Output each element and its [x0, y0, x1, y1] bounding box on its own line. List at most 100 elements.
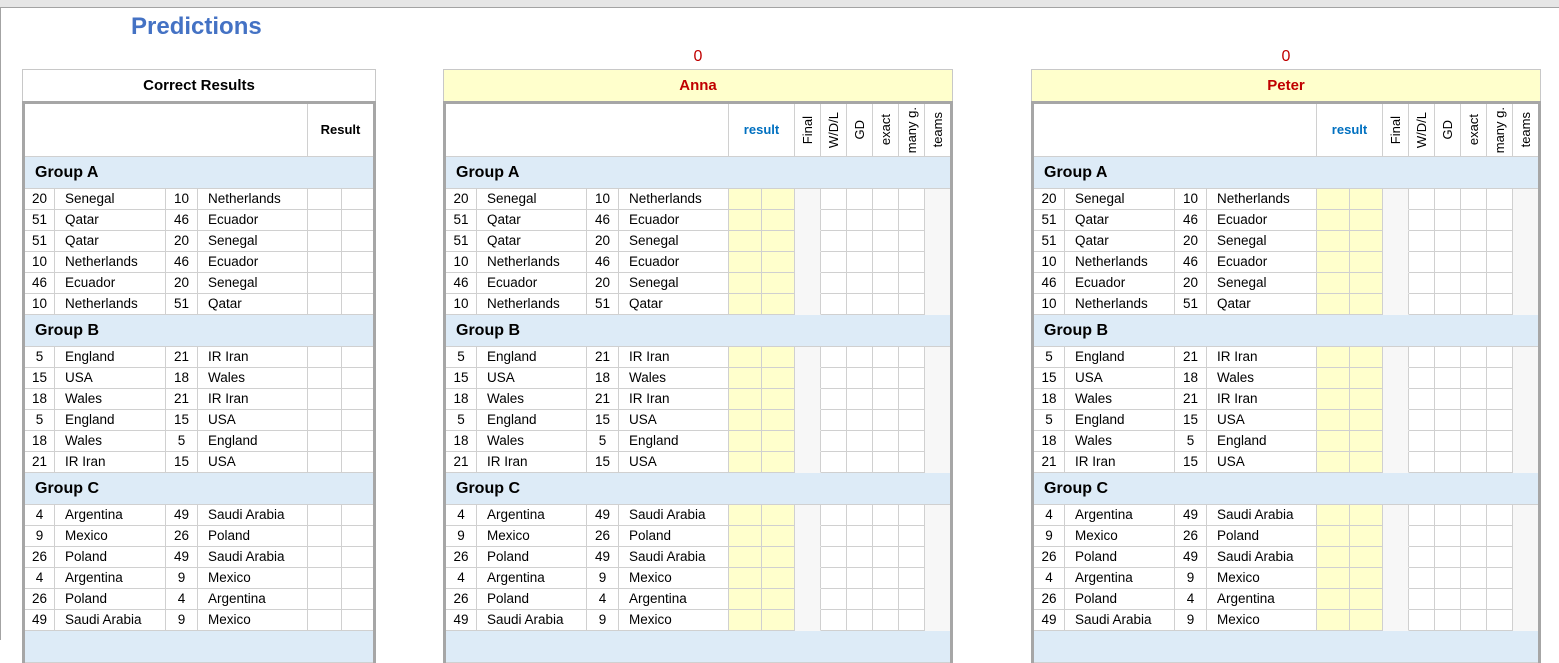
home-goals-result-cell[interactable]: [308, 210, 342, 231]
away-goals-result-cell[interactable]: [342, 589, 373, 610]
home-goals-result-cell[interactable]: [308, 410, 342, 431]
home-goals-prediction-cell[interactable]: [729, 210, 762, 231]
away-goals-prediction-cell[interactable]: [1350, 347, 1383, 368]
away-goals-prediction-cell[interactable]: [1350, 589, 1383, 610]
points-column-header[interactable]: GD: [847, 104, 873, 157]
home-goals-prediction-cell[interactable]: [729, 231, 762, 252]
home-goals-prediction-cell[interactable]: [1317, 252, 1350, 273]
home-goals-prediction-cell[interactable]: [729, 347, 762, 368]
home-goals-prediction-cell[interactable]: [729, 610, 762, 631]
away-goals-result-cell[interactable]: [342, 431, 373, 452]
home-goals-prediction-cell[interactable]: [729, 189, 762, 210]
away-goals-prediction-cell[interactable]: [1350, 368, 1383, 389]
away-goals-result-cell[interactable]: [342, 210, 373, 231]
home-goals-prediction-cell[interactable]: [729, 410, 762, 431]
home-goals-prediction-cell[interactable]: [729, 252, 762, 273]
away-goals-result-cell[interactable]: [342, 231, 373, 252]
points-column-header[interactable]: W/D/L: [1409, 104, 1435, 157]
home-goals-prediction-cell[interactable]: [729, 431, 762, 452]
away-goals-result-cell[interactable]: [342, 189, 373, 210]
home-goals-prediction-cell[interactable]: [729, 568, 762, 589]
away-goals-prediction-cell[interactable]: [1350, 210, 1383, 231]
home-goals-prediction-cell[interactable]: [1317, 389, 1350, 410]
home-goals-prediction-cell[interactable]: [1317, 547, 1350, 568]
away-goals-prediction-cell[interactable]: [1350, 189, 1383, 210]
home-goals-result-cell[interactable]: [308, 252, 342, 273]
home-goals-prediction-cell[interactable]: [1317, 589, 1350, 610]
home-goals-prediction-cell[interactable]: [1317, 410, 1350, 431]
home-goals-result-cell[interactable]: [308, 294, 342, 315]
away-goals-result-cell[interactable]: [342, 610, 373, 631]
header-blank-cell[interactable]: [25, 104, 308, 157]
home-goals-prediction-cell[interactable]: [729, 273, 762, 294]
away-goals-prediction-cell[interactable]: [1350, 273, 1383, 294]
home-goals-prediction-cell[interactable]: [729, 547, 762, 568]
home-goals-prediction-cell[interactable]: [1317, 505, 1350, 526]
home-goals-prediction-cell[interactable]: [1317, 610, 1350, 631]
home-goals-result-cell[interactable]: [308, 189, 342, 210]
away-goals-prediction-cell[interactable]: [1350, 252, 1383, 273]
home-goals-prediction-cell[interactable]: [729, 589, 762, 610]
away-goals-result-cell[interactable]: [342, 294, 373, 315]
away-goals-prediction-cell[interactable]: [1350, 547, 1383, 568]
header-blank-cell[interactable]: [1034, 104, 1317, 157]
home-goals-result-cell[interactable]: [308, 610, 342, 631]
points-column-header[interactable]: W/D/L: [821, 104, 847, 157]
home-goals-result-cell[interactable]: [308, 368, 342, 389]
away-goals-prediction-cell[interactable]: [762, 505, 795, 526]
home-goals-result-cell[interactable]: [308, 526, 342, 547]
away-goals-prediction-cell[interactable]: [762, 589, 795, 610]
home-goals-prediction-cell[interactable]: [1317, 347, 1350, 368]
home-goals-result-cell[interactable]: [308, 589, 342, 610]
away-goals-result-cell[interactable]: [342, 252, 373, 273]
home-goals-prediction-cell[interactable]: [1317, 568, 1350, 589]
away-goals-prediction-cell[interactable]: [762, 610, 795, 631]
away-goals-result-cell[interactable]: [342, 389, 373, 410]
prediction-result-header[interactable]: result: [729, 104, 795, 157]
away-goals-prediction-cell[interactable]: [762, 368, 795, 389]
away-goals-result-cell[interactable]: [342, 347, 373, 368]
away-goals-result-cell[interactable]: [342, 410, 373, 431]
home-goals-result-cell[interactable]: [308, 452, 342, 473]
home-goals-prediction-cell[interactable]: [1317, 526, 1350, 547]
away-goals-prediction-cell[interactable]: [1350, 294, 1383, 315]
home-goals-prediction-cell[interactable]: [729, 368, 762, 389]
home-goals-result-cell[interactable]: [308, 431, 342, 452]
home-goals-prediction-cell[interactable]: [1317, 273, 1350, 294]
points-column-header[interactable]: exact: [1461, 104, 1487, 157]
home-goals-result-cell[interactable]: [308, 389, 342, 410]
away-goals-result-cell[interactable]: [342, 505, 373, 526]
points-column-header[interactable]: exact: [873, 104, 899, 157]
away-goals-prediction-cell[interactable]: [762, 252, 795, 273]
prediction-result-header[interactable]: result: [1317, 104, 1383, 157]
points-column-header[interactable]: teams: [925, 104, 950, 157]
home-goals-prediction-cell[interactable]: [729, 526, 762, 547]
home-goals-prediction-cell[interactable]: [1317, 294, 1350, 315]
away-goals-result-cell[interactable]: [342, 526, 373, 547]
away-goals-result-cell[interactable]: [342, 273, 373, 294]
away-goals-result-cell[interactable]: [342, 547, 373, 568]
away-goals-result-cell[interactable]: [342, 368, 373, 389]
points-column-header[interactable]: many g.: [1487, 104, 1513, 157]
home-goals-result-cell[interactable]: [308, 505, 342, 526]
points-column-header[interactable]: Final: [1383, 104, 1409, 157]
home-goals-result-cell[interactable]: [308, 547, 342, 568]
home-goals-prediction-cell[interactable]: [1317, 431, 1350, 452]
away-goals-prediction-cell[interactable]: [1350, 526, 1383, 547]
home-goals-prediction-cell[interactable]: [729, 294, 762, 315]
away-goals-prediction-cell[interactable]: [762, 410, 795, 431]
header-blank-cell[interactable]: [446, 104, 729, 157]
away-goals-prediction-cell[interactable]: [762, 347, 795, 368]
away-goals-prediction-cell[interactable]: [1350, 431, 1383, 452]
home-goals-result-cell[interactable]: [308, 347, 342, 368]
away-goals-prediction-cell[interactable]: [762, 452, 795, 473]
home-goals-prediction-cell[interactable]: [1317, 368, 1350, 389]
away-goals-prediction-cell[interactable]: [762, 294, 795, 315]
away-goals-prediction-cell[interactable]: [762, 431, 795, 452]
away-goals-prediction-cell[interactable]: [1350, 410, 1383, 431]
away-goals-prediction-cell[interactable]: [762, 273, 795, 294]
points-column-header[interactable]: Final: [795, 104, 821, 157]
away-goals-prediction-cell[interactable]: [1350, 389, 1383, 410]
home-goals-result-cell[interactable]: [308, 568, 342, 589]
home-goals-prediction-cell[interactable]: [729, 505, 762, 526]
